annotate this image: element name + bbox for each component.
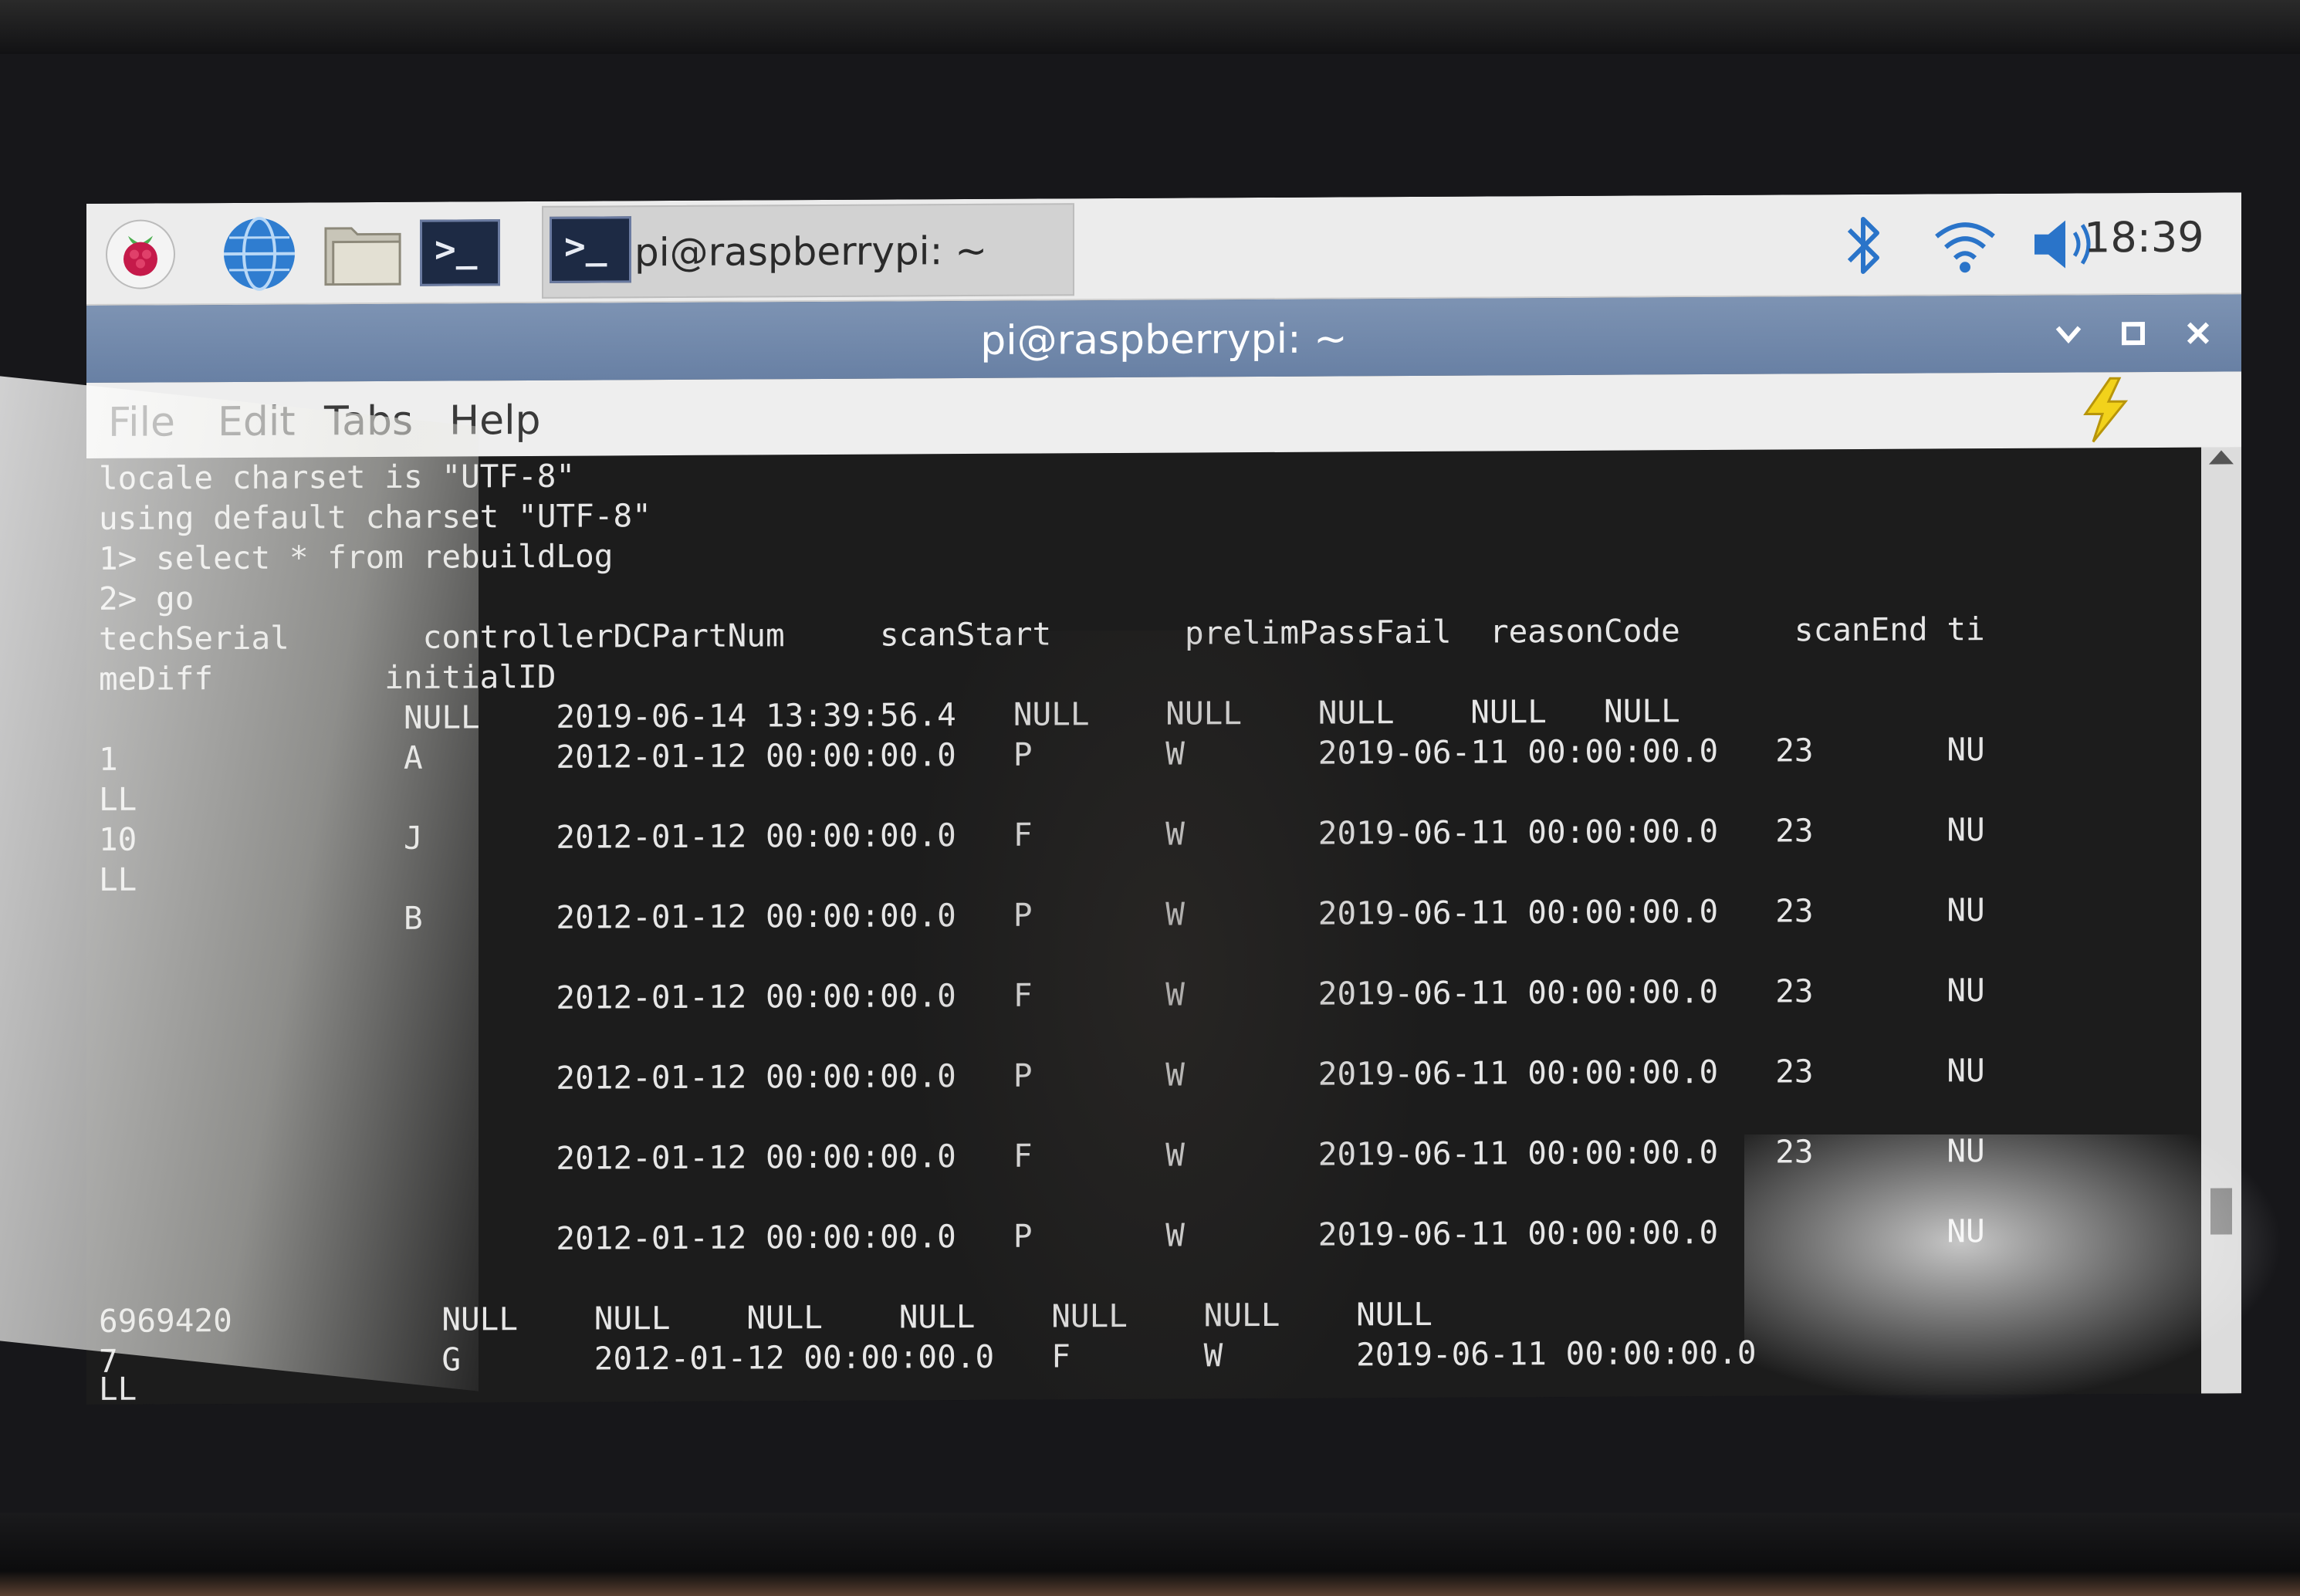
- terminal-line: 1> select * from rebuildLog: [99, 537, 614, 577]
- menu-file[interactable]: File: [108, 399, 175, 445]
- window-titlebar[interactable]: pi@raspberrypi: ~: [86, 294, 2241, 383]
- minimize-icon[interactable]: [2047, 312, 2090, 355]
- terminal-line: locale charset is "UTF-8": [99, 457, 576, 497]
- terminal-line: 2012-01-12 00:00:00.0 P W 2019-06-11 00:…: [99, 1212, 1985, 1260]
- menu-help[interactable]: Help: [449, 397, 541, 445]
- bluetooth-icon[interactable]: [1832, 208, 1894, 282]
- terminal-line: LL: [99, 861, 137, 898]
- taskbar-window-button[interactable]: >_ pi@raspberrypi: ~: [542, 203, 1074, 299]
- terminal-line: 10 J 2012-01-12 00:00:00.0 F W 2019-06-1…: [99, 811, 1985, 858]
- menu-bar: File Edit Tabs Help: [86, 371, 2241, 460]
- taskbar-window-label: pi@raspberrypi: ~: [634, 228, 988, 276]
- terminal-output[interactable]: locale charset is "UTF-8" using default …: [86, 447, 2201, 1405]
- terminal-line: 2012-01-12 00:00:00.0 F W 2019-06-11 00:…: [99, 972, 1985, 1019]
- clock[interactable]: 18:39: [2084, 213, 2204, 262]
- under-voltage-warning-icon: [2075, 375, 2136, 448]
- terminal-line: 2012-01-12 00:00:00.0 F W 2019-06-11 00:…: [99, 1132, 1985, 1179]
- terminal-launcher-icon[interactable]: >_: [420, 212, 500, 293]
- monitor-bezel-top: [0, 0, 2300, 54]
- wifi-icon[interactable]: [1926, 208, 2004, 282]
- window-title: pi@raspberrypi: ~: [980, 316, 1348, 364]
- file-manager-icon[interactable]: [323, 213, 403, 294]
- taskbar: >_ >_ pi@raspberrypi: ~ 18:39: [86, 192, 2241, 306]
- terminal-line: 7 G 2012-01-12 00:00:00.0 F W 2019-06-11…: [99, 1334, 1757, 1380]
- menu-edit[interactable]: Edit: [218, 399, 296, 446]
- scroll-thumb[interactable]: [2210, 1188, 2232, 1235]
- screen: >_ >_ pi@raspberrypi: ~ 18:39 pi@raspber…: [86, 192, 2241, 1405]
- menu-tabs[interactable]: Tabs: [324, 398, 413, 445]
- terminal-line: B 2012-01-12 00:00:00.0 P W 2019-06-11 0…: [99, 891, 1985, 938]
- web-browser-icon[interactable]: [219, 214, 299, 295]
- monitor-bezel-bottom: [0, 1513, 2300, 1596]
- terminal-line: 6969420 NULL NULL NULL NULL NULL NULL NU…: [99, 1295, 1432, 1340]
- maximize-icon[interactable]: [2112, 312, 2155, 355]
- terminal-icon: >_: [550, 216, 631, 283]
- raspberry-menu-icon[interactable]: [100, 214, 181, 295]
- terminal-line: 2012-01-12 00:00:00.0 P W 2019-06-11 00:…: [99, 1052, 1985, 1099]
- terminal-line: LL: [99, 1370, 137, 1405]
- terminal-scrollbar[interactable]: [2201, 447, 2241, 1394]
- terminal-line: using default charset "UTF-8": [99, 497, 651, 537]
- terminal-line: LL: [99, 780, 137, 818]
- terminal-line: techSerial controllerDCPartNum scanStart…: [99, 610, 1985, 658]
- scroll-up-arrow-icon[interactable]: [2209, 450, 2234, 465]
- terminal-line: meDiff initialID: [99, 658, 556, 698]
- close-icon[interactable]: [2177, 312, 2220, 355]
- terminal-line: 2> go: [99, 580, 194, 617]
